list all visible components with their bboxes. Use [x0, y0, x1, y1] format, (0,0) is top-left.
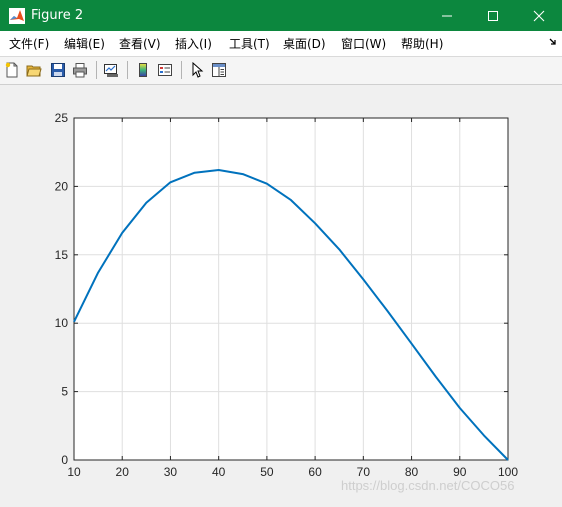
matlab-logo-icon — [9, 8, 25, 24]
link-plot-button[interactable] — [101, 60, 121, 80]
y-tick-label: 5 — [61, 385, 68, 399]
open-file-icon — [26, 65, 42, 77]
edit-plot-button[interactable] — [187, 60, 207, 80]
menu-tools[interactable]: 工具(T) — [229, 37, 270, 51]
maximize-button[interactable] — [470, 0, 516, 31]
menu-file[interactable]: 文件(F) — [9, 37, 49, 51]
toolbar-separator — [181, 61, 182, 79]
property-inspector-button[interactable] — [209, 60, 229, 80]
menu-edit[interactable]: 编辑(E) — [64, 37, 105, 51]
menu-desktop[interactable]: 桌面(D) — [283, 37, 326, 51]
open-file-button[interactable] — [24, 60, 44, 80]
minimize-button[interactable] — [424, 0, 470, 31]
menu-view[interactable]: 查看(V) — [119, 37, 161, 51]
menu-window[interactable]: 窗口(W) — [341, 37, 386, 51]
insert-legend-icon — [158, 64, 172, 76]
x-tick-label: 80 — [405, 465, 419, 479]
y-tick-label: 25 — [55, 111, 69, 125]
x-tick-label: 90 — [453, 465, 467, 479]
line-chart: 10 20 30 40 50 60 70 80 90 100 0 5 10 15 20 25 — [55, 111, 519, 479]
plot-area — [74, 118, 508, 460]
toolbar-separator — [127, 61, 128, 79]
x-tick-label: 10 — [67, 465, 81, 479]
save-button[interactable] — [48, 60, 68, 80]
y-tick-label: 15 — [55, 248, 69, 262]
watermark-text: https://blog.csdn.net/COCO56 — [341, 478, 515, 493]
insert-legend-button[interactable] — [155, 60, 175, 80]
edit-plot-icon — [192, 62, 204, 78]
property-inspector-icon — [212, 63, 226, 77]
maximize-icon — [488, 11, 498, 21]
print-icon — [73, 63, 87, 78]
save-icon — [51, 63, 65, 77]
link-plot-icon — [104, 64, 118, 77]
toolbar — [0, 57, 562, 85]
x-tick-label: 60 — [308, 465, 322, 479]
figure-window: Figure 2 文件(F) 编辑(E) 查看(V) 插入(I) 工具(T) 桌… — [0, 0, 562, 507]
x-tick-label: 20 — [116, 465, 130, 479]
x-tick-label: 30 — [164, 465, 178, 479]
close-icon — [533, 10, 545, 22]
menu-help[interactable]: 帮助(H) — [401, 37, 443, 51]
x-tick-label: 40 — [212, 465, 226, 479]
y-tick-label: 10 — [55, 316, 69, 330]
insert-colorbar-button[interactable] — [133, 60, 153, 80]
title-bar: Figure 2 — [0, 0, 562, 31]
new-figure-icon — [5, 62, 18, 78]
menu-overflow-arrow-icon[interactable] — [548, 36, 558, 48]
toolbar-separator — [96, 61, 97, 79]
x-tick-label: 50 — [260, 465, 274, 479]
y-tick-label: 0 — [61, 453, 68, 467]
x-tick-label: 70 — [357, 465, 371, 479]
minimize-icon — [442, 15, 452, 17]
print-button[interactable] — [70, 60, 90, 80]
menu-bar: 文件(F) 编辑(E) 查看(V) 插入(I) 工具(T) 桌面(D) 窗口(W… — [0, 31, 562, 57]
y-tick-label: 20 — [55, 179, 69, 193]
menu-insert[interactable]: 插入(I) — [175, 37, 212, 51]
window-title: Figure 2 — [31, 8, 84, 23]
new-figure-button[interactable] — [2, 60, 22, 80]
insert-colorbar-icon — [139, 63, 147, 77]
figure-canvas: 10 20 30 40 50 60 70 80 90 100 0 5 10 15 20 25 https://… — [0, 85, 562, 507]
x-tick-label: 100 — [498, 465, 518, 479]
close-button[interactable] — [516, 0, 562, 31]
